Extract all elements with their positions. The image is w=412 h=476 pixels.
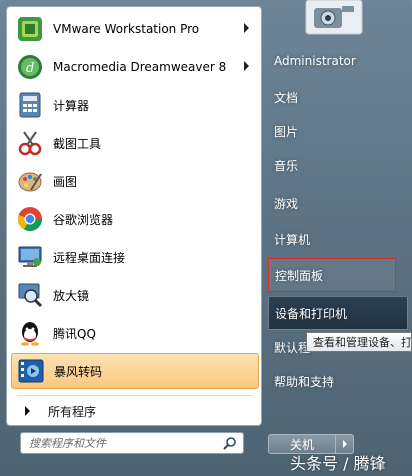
search-icon[interactable]: [223, 436, 237, 450]
pinned-item-label: 画图: [53, 174, 78, 189]
camera-icon: [305, 0, 363, 35]
tooltip: 查看和管理设备、打: [306, 332, 412, 352]
qq-icon: [15, 318, 45, 348]
search-input[interactable]: 搜索程序和文件: [20, 432, 244, 454]
right-item-label: 图片: [274, 124, 299, 139]
right-item-label: 控制面板: [275, 268, 324, 283]
pinned-item-qq[interactable]: 腾讯QQ: [11, 315, 259, 351]
snipping-tool-icon: [15, 128, 45, 158]
right-item-documents[interactable]: 文档: [268, 80, 408, 114]
pinned-item-label: 暴风转码: [54, 364, 103, 379]
remote-desktop-icon: [15, 242, 45, 272]
pinned-item-label: 计算器: [53, 98, 90, 113]
right-item-help-support[interactable]: 帮助和支持: [268, 364, 408, 398]
pinned-item-label: 截图工具: [53, 136, 102, 151]
right-item-computer[interactable]: 计算机: [268, 222, 408, 256]
pinned-item-snipping-tool[interactable]: 截图工具: [11, 125, 259, 161]
pinned-item-label: 腾讯QQ: [53, 326, 96, 341]
right-item-label: 音乐: [274, 158, 299, 173]
pinned-item-remote-desktop[interactable]: 远程桌面连接: [11, 239, 259, 275]
right-item-control-panel[interactable]: 控制面板: [268, 258, 396, 292]
pinned-item-paint[interactable]: 画图: [11, 163, 259, 199]
search-placeholder: 搜索程序和文件: [29, 437, 106, 450]
pinned-item-chrome[interactable]: 谷歌浏览器: [11, 201, 259, 237]
arrow-right-icon: [25, 406, 30, 416]
pinned-item-calculator[interactable]: 计算器: [11, 87, 259, 123]
pinned-item-vmware[interactable]: VMware Workstation Pro: [11, 11, 259, 47]
submenu-arrow-icon: [244, 23, 249, 33]
submenu-arrow-icon: [244, 61, 249, 71]
vmware-icon: [15, 14, 45, 44]
right-item-administrator[interactable]: Administrator: [268, 44, 408, 78]
svg-text:d: d: [26, 61, 34, 76]
pinned-item-label: 放大镜: [53, 288, 90, 303]
right-item-label: 默认程: [274, 340, 311, 355]
separator: [17, 395, 253, 396]
calculator-icon: [15, 90, 45, 120]
paint-icon: [15, 166, 45, 196]
right-item-pictures[interactable]: 图片: [268, 114, 408, 148]
chrome-icon: [15, 204, 45, 234]
pinned-item-dreamweaver[interactable]: d Macromedia Dreamweaver 8: [11, 49, 259, 85]
watermark: 头条号 / 腾锋: [290, 454, 386, 473]
start-menu: VMware Workstation Pro d Macromedia Drea…: [0, 0, 412, 476]
programs-pane: VMware Workstation Pro d Macromedia Drea…: [6, 6, 262, 426]
arrow-right-icon: [342, 440, 347, 448]
right-item-label: Administrator: [274, 54, 356, 68]
pinned-item-magnifier[interactable]: 放大镜: [11, 277, 259, 313]
user-picture[interactable]: [302, 0, 366, 36]
right-item-label: 设备和打印机: [275, 306, 348, 321]
pinned-item-label: Macromedia Dreamweaver 8: [53, 60, 227, 74]
all-programs-button[interactable]: 所有程序: [11, 399, 259, 423]
tooltip-text: 查看和管理设备、打: [313, 336, 412, 349]
right-item-music[interactable]: 音乐: [268, 148, 408, 182]
right-item-label: 游戏: [274, 196, 299, 211]
pinned-item-label: 谷歌浏览器: [53, 212, 114, 227]
pinned-item-label: VMware Workstation Pro: [53, 22, 200, 36]
magnifier-icon: [15, 280, 45, 310]
pinned-item-label: 远程桌面连接: [53, 250, 126, 265]
all-programs-label: 所有程序: [48, 404, 97, 419]
right-item-games[interactable]: 游戏: [268, 186, 408, 220]
right-item-label: 计算机: [274, 232, 311, 247]
right-item-label: 帮助和支持: [274, 374, 335, 389]
right-item-label: 文档: [274, 90, 299, 105]
dreamweaver-icon: d: [15, 52, 45, 82]
right-item-devices-printers[interactable]: 设备和打印机: [268, 296, 408, 330]
storm-codec-icon: [16, 356, 46, 386]
pinned-item-storm-codec[interactable]: 暴风转码: [11, 353, 259, 389]
